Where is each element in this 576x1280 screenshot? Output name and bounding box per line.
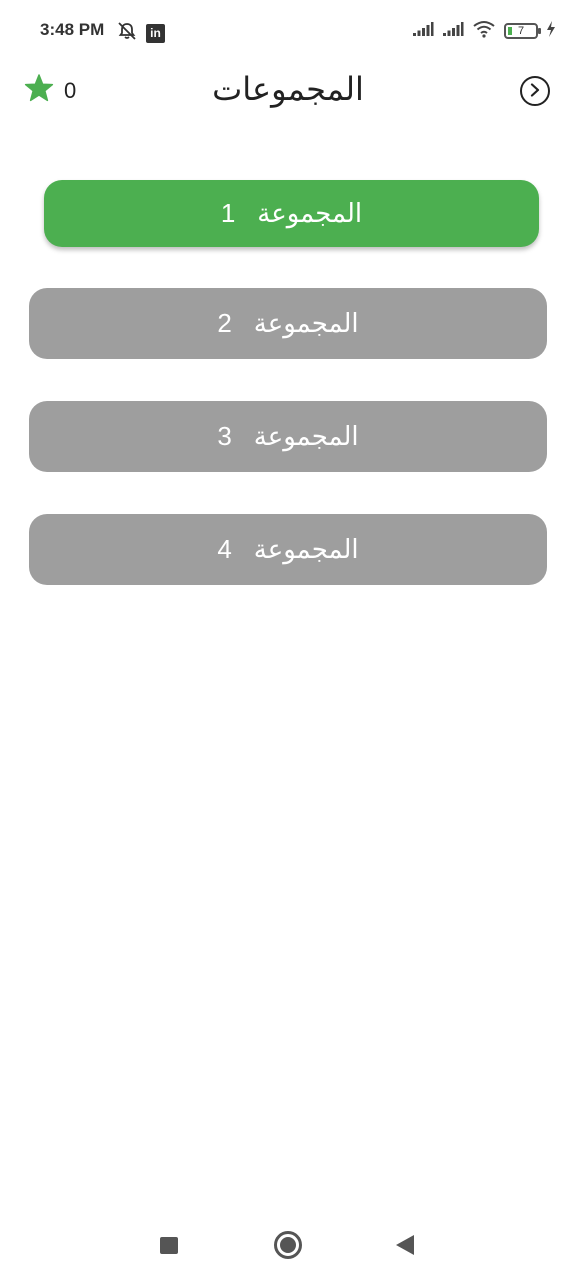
group-number: 2 <box>217 308 232 338</box>
wifi-icon <box>472 20 496 42</box>
linkedin-icon: in <box>146 23 165 43</box>
home-icon-inner <box>280 1237 296 1253</box>
alarm-off-icon <box>116 20 138 46</box>
group-label: المجموعة <box>253 308 359 339</box>
group-number: 4 <box>217 534 232 564</box>
navigation-bar <box>0 1210 576 1280</box>
chevron-right-icon <box>529 82 541 101</box>
battery-icon: 7 <box>504 23 541 39</box>
recents-icon[interactable] <box>160 1237 178 1254</box>
group-label: المجموعة <box>253 421 359 452</box>
charging-icon <box>546 20 556 42</box>
group-button-3[interactable]: 3 المجموعة <box>29 401 547 472</box>
header: 0 المجموعات <box>0 62 576 122</box>
page-title: المجموعات <box>212 70 364 108</box>
status-time: 3:48 PM <box>40 20 105 39</box>
status-right-icons: 7 <box>412 20 556 42</box>
battery-level-fill <box>508 27 512 35</box>
group-button-1[interactable]: 1 المجموعة <box>44 180 539 247</box>
back-icon[interactable] <box>396 1235 414 1255</box>
status-left-icons: in <box>116 20 165 46</box>
group-button-4[interactable]: 4 المجموعة <box>29 514 547 585</box>
home-icon[interactable] <box>274 1231 302 1259</box>
signal-icon <box>442 21 464 41</box>
group-number: 1 <box>220 198 236 228</box>
back-button[interactable] <box>520 76 550 106</box>
group-number: 3 <box>217 421 232 451</box>
battery-level: 7 <box>517 25 525 37</box>
group-button-2[interactable]: 2 المجموعة <box>29 288 547 359</box>
signal-icon <box>412 21 434 41</box>
status-bar: 3:48 PM in 7 <box>0 0 576 62</box>
group-label: المجموعة <box>253 534 359 565</box>
group-label: المجموعة <box>257 198 363 229</box>
